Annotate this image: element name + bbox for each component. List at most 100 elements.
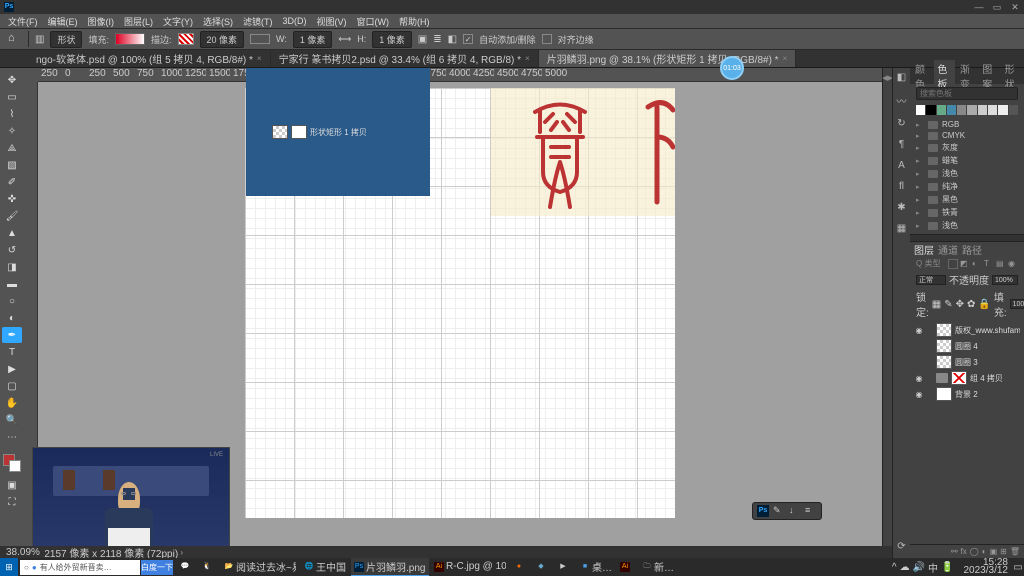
color-swatch[interactable] <box>3 454 21 472</box>
opacity-field[interactable]: 100% <box>992 275 1018 285</box>
screen-mode[interactable]: ⛶ <box>2 494 22 510</box>
path-ops-icon[interactable]: ▣ <box>418 34 427 45</box>
wand-tool[interactable]: ✧ <box>2 123 22 139</box>
search-button[interactable]: 白度一下 <box>141 560 173 575</box>
f4[interactable]: ▤ <box>996 259 1006 269</box>
swatch-folder[interactable]: ▸浅色 <box>910 167 1024 180</box>
shape-tool-icon[interactable]: ▥ <box>35 34 44 45</box>
brush-tool[interactable]: 🖌 <box>2 208 22 224</box>
trash-icon[interactable]: 🗑 <box>1010 547 1020 556</box>
menu-item[interactable]: 图像(I) <box>84 15 119 28</box>
taskbar-app[interactable]: ■桌… <box>577 558 615 576</box>
tray-icon[interactable]: 中 <box>928 560 938 575</box>
swatch-folder[interactable]: ▸蜡笔 <box>910 154 1024 167</box>
stroke-swatch[interactable] <box>178 33 194 45</box>
menu-item[interactable]: 视图(V) <box>313 15 351 28</box>
menu-item[interactable]: 帮助(H) <box>395 15 434 28</box>
minimize-button[interactable]: — <box>974 2 984 12</box>
taskbar-app[interactable]: ● <box>511 558 531 576</box>
close-button[interactable]: ✕ <box>1010 2 1020 12</box>
swatch-color[interactable] <box>916 105 925 115</box>
blur-tool[interactable]: ○ <box>2 293 22 309</box>
layer-row[interactable]: 圆圈 4 <box>910 338 1024 354</box>
blend-mode[interactable]: 正常 <box>916 275 946 285</box>
menu-item[interactable]: 窗口(W) <box>353 15 394 28</box>
pen-tool[interactable]: ✒ <box>2 327 22 343</box>
canvas-area[interactable]: 2500250500750100012501500175020002250250… <box>24 68 882 558</box>
close-tab-icon[interactable]: × <box>257 54 262 63</box>
close-tab-icon[interactable]: × <box>525 54 530 63</box>
ft-icon-2[interactable]: ↓ <box>789 505 801 517</box>
ft-icon-1[interactable]: ✎ <box>773 505 785 517</box>
filter-btn[interactable] <box>948 259 958 269</box>
lock-5[interactable]: 🔒 <box>978 299 990 310</box>
stroke-width[interactable]: 20 像素 <box>200 31 245 48</box>
brush-panel-icon[interactable]: 〰 <box>897 93 907 108</box>
layer-search[interactable]: Q 类型 <box>916 258 946 269</box>
close-tab-icon[interactable]: × <box>783 54 788 63</box>
history-brush-tool[interactable]: ↺ <box>2 242 22 258</box>
crop-tool[interactable]: ⟁ <box>2 140 22 156</box>
clock[interactable]: 15:282023/3/12 <box>960 559 1013 575</box>
layer-row[interactable]: ◉版权_www.shufami.com <box>910 322 1024 338</box>
align-icon[interactable]: ≣ <box>433 34 441 45</box>
menu-item[interactable]: 文字(Y) <box>159 15 197 28</box>
swatch-color[interactable] <box>1009 105 1018 115</box>
gradient-tool[interactable]: ▬ <box>2 276 22 292</box>
link-icon[interactable]: ⚯ <box>951 547 958 556</box>
menu-item[interactable]: 选择(S) <box>199 15 237 28</box>
menu-item[interactable]: 滤镜(T) <box>239 15 277 28</box>
taskbar-app[interactable]: ▶ <box>555 558 575 576</box>
notif-icon[interactable]: ▭ <box>1012 562 1024 573</box>
tray-icon[interactable]: 🔋 <box>941 562 953 573</box>
taskbar-app[interactable]: 📂阅读过去冰~易数… <box>221 558 299 576</box>
marquee-tool[interactable]: ▭ <box>2 89 22 105</box>
swatch-color[interactable] <box>926 105 935 115</box>
eyedropper-tool[interactable]: ✐ <box>2 174 22 190</box>
video-pip[interactable]: 眼罩的医院深夜或该商业经 LIVE <box>32 447 230 558</box>
document-tab[interactable]: ngo-软篆体.psd @ 100% (组 5 拷贝 4, RGB/8#) *× <box>28 50 271 67</box>
taskbar-search[interactable]: ○ ● 有人给外贸新晋卖… <box>20 560 140 575</box>
swatch-folder[interactable]: ▸RGB <box>910 119 1024 130</box>
eraser-tool[interactable]: ◨ <box>2 259 22 275</box>
swatches-panel-icon[interactable]: ▦ <box>897 223 906 234</box>
heal-tool[interactable]: ✜ <box>2 191 22 207</box>
swatch-color[interactable] <box>967 105 976 115</box>
swatch-color[interactable] <box>998 105 1007 115</box>
lock-3[interactable]: ✥ <box>956 299 964 310</box>
menu-item[interactable]: 图层(L) <box>120 15 157 28</box>
swatch-color[interactable] <box>978 105 987 115</box>
f5[interactable]: ◉ <box>1008 259 1018 269</box>
visibility-icon[interactable]: ◉ <box>914 326 924 335</box>
swatch-folder[interactable]: ▸浅色 <box>910 219 1024 232</box>
stroke-style[interactable] <box>250 34 270 44</box>
group-icon[interactable]: ▣ <box>990 547 998 556</box>
height-field[interactable]: 1 像素 <box>372 31 412 48</box>
swatch-folder[interactable]: ▸黑色 <box>910 193 1024 206</box>
f3[interactable]: T <box>984 259 994 269</box>
visibility-icon[interactable]: ◉ <box>914 390 924 399</box>
layer-row[interactable]: ◉背景 2 <box>910 386 1024 402</box>
taskbar-app[interactable]: ◆ <box>533 558 553 576</box>
layer-row[interactable]: ◉组 4 拷贝 <box>910 370 1024 386</box>
swatch-color[interactable] <box>947 105 956 115</box>
stamp-tool[interactable]: ▲ <box>2 225 22 241</box>
layer-row[interactable]: 圆圈 3 <box>910 354 1024 370</box>
adjust-icon[interactable]: ◐ <box>982 547 987 556</box>
move-tool[interactable]: ✥ <box>2 72 22 88</box>
tray-icon[interactable]: ☁ <box>900 562 910 573</box>
refresh-icon[interactable]: ⟳ <box>897 541 905 552</box>
arrange-icon[interactable]: ◧ <box>448 34 457 45</box>
type-tool[interactable]: T <box>2 344 22 360</box>
auto-add-checkbox[interactable]: ✓ <box>463 34 473 44</box>
path-select-tool[interactable]: ▶ <box>2 361 22 377</box>
f1[interactable]: ◩ <box>960 259 970 269</box>
taskbar-app[interactable]: AiR-C.jpg @ 100%(… <box>431 558 509 576</box>
home-icon[interactable]: ⌂ <box>8 32 22 46</box>
fill-swatch[interactable] <box>115 33 145 45</box>
char-panel-icon[interactable]: ¶ <box>899 139 904 150</box>
taskbar-app[interactable]: 💬 <box>177 558 197 576</box>
taskbar-app[interactable]: 🗀新… <box>639 558 677 576</box>
styles-panel-icon[interactable]: ✱ <box>897 202 905 213</box>
lock-4[interactable]: ✿ <box>967 299 975 310</box>
